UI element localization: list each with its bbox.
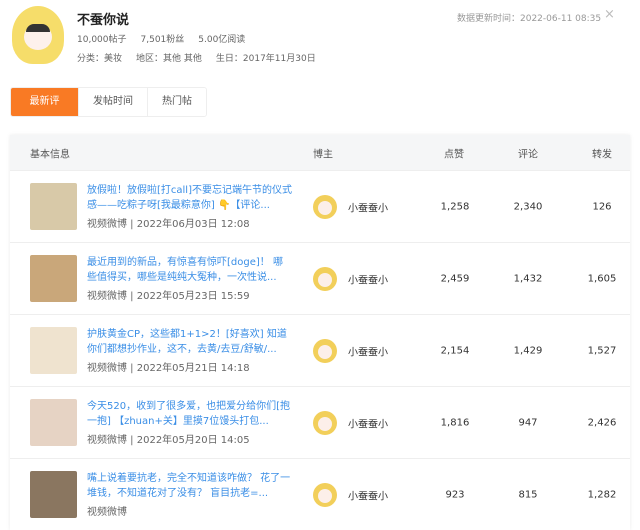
reposts-count: 2,426 <box>587 417 617 428</box>
post-meta: 视频微博 | 2022年05月21日 14:18 <box>87 363 250 374</box>
likes-count: 2,459 <box>440 273 470 284</box>
reposts-count: 1,605 <box>587 273 617 284</box>
header-likes[interactable]: 点赞 <box>444 145 464 160</box>
header-blogger: 博主 <box>313 149 333 160</box>
tab-latest-comments[interactable]: 最新评论帖 <box>11 88 79 116</box>
post-meta: 视频微博 | 2022年05月20日 14:05 <box>87 435 250 446</box>
post-meta: 视频微博 | 2022年05月23日 15:59 <box>87 291 250 302</box>
likes-count: 2,154 <box>440 345 470 356</box>
close-icon[interactable]: × <box>604 7 615 22</box>
post-meta: 视频微博 <box>87 507 127 518</box>
table-row: 嘴上说着要抗老，完全不知道该咋做？ 花了一堆钱，不知道花对了没有？ 盲目抗老=.… <box>10 458 630 530</box>
reposts-count: 126 <box>592 201 612 212</box>
post-title[interactable]: 护肤黄金CP，这些都1+1>2！[好喜欢] 知道你们都想抄作业，这不，去黄/去豆… <box>87 327 292 357</box>
table-row: 今天520，收到了很多爱，也把爱分给你们[抱一抱] 【zhuan+关】里摸7位馒… <box>10 386 630 458</box>
tab-bar: 最新评论帖 发帖时间 热门帖 <box>10 87 207 117</box>
fan-count: 7,501粉丝 <box>140 35 185 45</box>
post-title[interactable]: 放假啦！放假啦[打call]不要忘记端午节的仪式感——吃粽子呀[我最粽意你] 👇… <box>87 183 292 213</box>
likes-count: 1,258 <box>440 201 470 212</box>
post-meta: 视频微博 | 2022年06月03日 12:08 <box>87 219 250 230</box>
reposts-count: 1,282 <box>587 489 617 500</box>
table-row: 最近用到的新品，有惊喜有惊吓[doge]！ 哪些值得买，哪些是纯纯大冤种，一次性… <box>10 242 630 314</box>
header-info: 基本信息 <box>30 149 70 160</box>
post-thumbnail[interactable] <box>30 471 77 518</box>
blogger-avatar <box>313 483 337 507</box>
reposts-count: 1,527 <box>587 345 617 356</box>
blogger-name: 小蚕蚕小 <box>348 203 388 214</box>
post-thumbnail[interactable] <box>30 399 77 446</box>
table-row: 放假啦！放假啦[打call]不要忘记端午节的仪式感——吃粽子呀[我最粽意你] 👇… <box>10 170 630 242</box>
category: 分类：美妆 <box>77 54 123 64</box>
table-header: 基本信息 博主 点赞 评论 转发 <box>10 135 630 170</box>
profile-meta: 分类：美妆 地区：其他 其他 生日：2017年11月30日 <box>77 51 316 64</box>
comments-count: 1,429 <box>513 345 543 356</box>
birthday: 生日：2017年11月30日 <box>215 54 316 64</box>
post-thumbnail[interactable] <box>30 255 77 302</box>
table-row: 护肤黄金CP，这些都1+1>2！[好喜欢] 知道你们都想抄作业，这不，去黄/去豆… <box>10 314 630 386</box>
header-reposts[interactable]: 转发 <box>592 145 612 160</box>
blogger-name: 小蚕蚕小 <box>348 419 388 430</box>
tab-hot-posts[interactable]: 热门帖 <box>148 88 206 116</box>
region: 地区：其他 其他 <box>136 54 202 64</box>
likes-count: 923 <box>445 489 465 500</box>
update-time: 数据更新时间：2022-06-11 08:35 <box>457 14 602 24</box>
blogger-name: 小蚕蚕小 <box>348 347 388 358</box>
blogger-avatar <box>313 411 337 435</box>
profile-avatar <box>12 6 64 64</box>
blogger-avatar <box>313 195 337 219</box>
blogger-name: 小蚕蚕小 <box>348 491 388 502</box>
read-count: 5.00亿阅读 <box>198 35 246 45</box>
post-title[interactable]: 今天520，收到了很多爱，也把爱分给你们[抱一抱] 【zhuan+关】里摸7位馒… <box>87 399 292 429</box>
profile-name: 不蚕你说 <box>77 13 130 28</box>
post-count: 10,000帖子 <box>77 35 127 45</box>
comments-count: 2,340 <box>513 201 543 212</box>
profile-stats: 10,000帖子 7,501粉丝 5.00亿阅读 <box>77 32 245 45</box>
comments-count: 947 <box>518 417 538 428</box>
comments-count: 1,432 <box>513 273 543 284</box>
comments-count: 815 <box>518 489 538 500</box>
post-thumbnail[interactable] <box>30 327 77 374</box>
blogger-name: 小蚕蚕小 <box>348 275 388 286</box>
blogger-avatar <box>313 267 337 291</box>
header-comments[interactable]: 评论 <box>518 145 538 160</box>
blogger-avatar <box>313 339 337 363</box>
posts-table: 基本信息 博主 点赞 评论 转发 放假啦！放假啦[打call]不要忘记端午节的仪… <box>10 135 630 530</box>
post-title[interactable]: 嘴上说着要抗老，完全不知道该咋做？ 花了一堆钱，不知道花对了没有？ 盲目抗老=.… <box>87 471 292 501</box>
likes-count: 1,816 <box>440 417 470 428</box>
post-title[interactable]: 最近用到的新品，有惊喜有惊吓[doge]！ 哪些值得买，哪些是纯纯大冤种，一次性… <box>87 255 292 285</box>
tab-post-time[interactable]: 发帖时间 <box>79 88 148 116</box>
post-thumbnail[interactable] <box>30 183 77 230</box>
